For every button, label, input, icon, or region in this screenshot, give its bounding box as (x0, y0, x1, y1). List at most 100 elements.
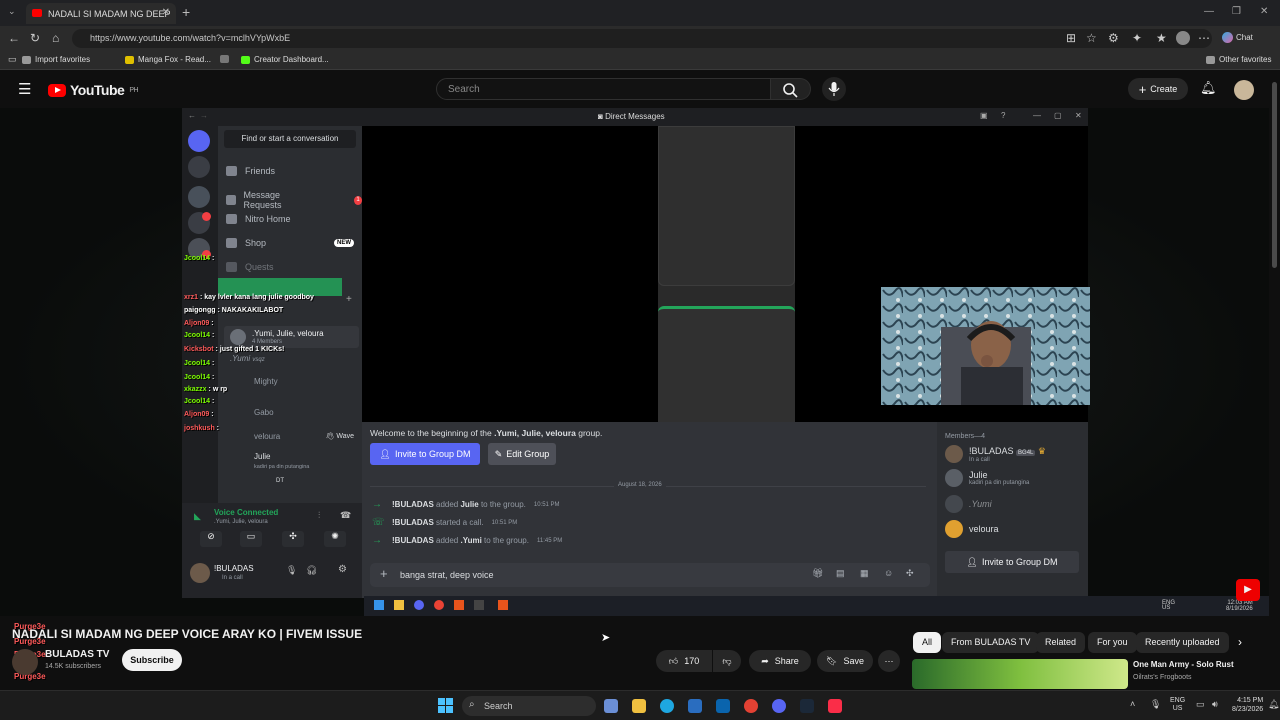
tray-mic-icon[interactable]: 🎙︎ (1150, 699, 1161, 710)
discord-taskbar-icon[interactable] (772, 699, 786, 713)
bookmark-manga-fox[interactable]: Manga Fox - Read... (125, 55, 211, 64)
chrome-icon[interactable] (744, 699, 758, 713)
chips-next-icon[interactable]: › (1238, 635, 1242, 649)
video-player[interactable]: ← → ◙ Direct Messages ▣ ? — ▢ ✕ Find or … (0, 108, 1269, 616)
notifications-bell-icon[interactable]: 🔔︎ (1200, 80, 1217, 96)
split-view-icon[interactable]: ⊞ (1066, 31, 1076, 45)
share-button[interactable]: ➦ Share (749, 650, 811, 672)
dm-item[interactable]: Gabo (254, 408, 274, 417)
save-button[interactable]: 🔖︎ Save (817, 650, 873, 672)
tray-overflow-icon[interactable]: ˄ (1130, 699, 1135, 709)
browser-tab[interactable]: NADALI SI MADAM NG DEEP ✕ (26, 3, 176, 24)
forward-arrow-icon[interactable]: → (200, 111, 208, 120)
more-icon[interactable]: ⋯ (1198, 31, 1210, 45)
nav-nitro-home[interactable]: Nitro Home (226, 214, 291, 224)
sticker-icon[interactable]: ▦ (860, 568, 869, 579)
create-dm-icon[interactable]: + (346, 294, 352, 305)
home-icon[interactable]: ⌂ (52, 31, 59, 45)
close-window-icon[interactable]: ✕ (1260, 6, 1268, 17)
soundboard-button[interactable]: ✺ (324, 531, 346, 547)
screen-share-button[interactable]: ▭ (240, 531, 262, 547)
wave-button[interactable]: 👋︎ Wave (326, 432, 354, 440)
chip-related[interactable]: Related (1036, 632, 1086, 653)
account-avatar[interactable] (1234, 80, 1254, 100)
outlook-icon[interactable] (716, 699, 730, 713)
chip-from-buladas-tv[interactable]: From BULADAS TV (942, 632, 1040, 653)
bookmark-import[interactable]: Import favorites (22, 55, 90, 64)
youtube-logo[interactable]: YouTube PH (48, 82, 139, 98)
microphone-toggle-icon[interactable]: 🎙︎ (286, 565, 297, 576)
gift-icon[interactable]: 🎁︎ (812, 568, 823, 579)
find-conversation-input[interactable]: Find or start a conversation (224, 130, 356, 148)
subscribe-button[interactable]: Subscribe (122, 649, 182, 671)
discord-minimize-icon[interactable]: — (1033, 111, 1041, 120)
voice-search-button[interactable] (822, 77, 846, 101)
back-icon[interactable]: ← (8, 31, 20, 45)
favorites-icon[interactable]: ★ (1156, 31, 1167, 45)
member-item[interactable]: veloura (945, 520, 999, 538)
server-icon[interactable] (188, 156, 210, 178)
nav-quests[interactable]: Quests (226, 262, 274, 272)
nav-message-requests[interactable]: Message Requests 1 (226, 190, 362, 210)
create-button[interactable]: + Create (1128, 78, 1188, 100)
minimize-icon[interactable]: — (1204, 6, 1214, 17)
store-icon[interactable] (688, 699, 702, 713)
reload-icon[interactable]: ↻ (30, 31, 40, 45)
members-invite-button[interactable]: 👤︎ Invite to Group DM (945, 551, 1079, 573)
dm-item-active[interactable]: .Yumi, Julie, veloura 4 Members (224, 326, 359, 348)
channel-avatar[interactable] (12, 649, 38, 675)
disconnect-icon[interactable]: ☎ (340, 510, 351, 521)
steam-icon[interactable] (800, 699, 814, 713)
member-item[interactable]: Julie kadiri pa din putangina (945, 469, 1029, 487)
activities-button[interactable]: ✣ (282, 531, 304, 547)
server-icon[interactable] (188, 186, 210, 208)
chip-all[interactable]: All (913, 632, 942, 653)
member-item[interactable]: !BULADAS BG4L ♛ In a call (945, 445, 1046, 463)
inbox-icon[interactable]: ▣ (980, 111, 988, 120)
profile-avatar[interactable] (1176, 31, 1190, 45)
windows-start-icon[interactable] (438, 698, 454, 714)
nav-shop[interactable]: Shop NEW (226, 238, 355, 248)
search-button[interactable] (771, 78, 811, 100)
help-icon[interactable]: ? (1001, 111, 1005, 120)
recommended-video-channel[interactable]: Oilrats's Frogboots (1133, 674, 1192, 681)
scrollbar-thumb[interactable] (1272, 82, 1277, 268)
dm-item[interactable]: DT (276, 478, 284, 484)
copilot-taskbar-icon[interactable] (604, 699, 618, 713)
edge-icon[interactable] (660, 699, 674, 713)
dm-item[interactable]: Mighty (254, 377, 278, 386)
recommended-video-thumbnail[interactable] (912, 659, 1128, 689)
chip-for-you[interactable]: For you (1088, 632, 1137, 653)
participant-tile[interactable] (658, 126, 795, 422)
volume-icon[interactable]: 🔊︎ (1212, 699, 1218, 710)
noise-suppression-icon[interactable]: ⫶ (318, 510, 320, 521)
chip-recently-uploaded[interactable]: Recently uploaded (1136, 632, 1229, 653)
server-icon[interactable] (188, 212, 211, 234)
edit-group-button[interactable]: ✎ Edit Group (488, 443, 556, 465)
apps-icon[interactable]: ✣ (906, 568, 914, 579)
taskbar-search[interactable]: ⌕ Search (462, 696, 596, 716)
discord-close-icon[interactable]: ✕ (1075, 111, 1082, 120)
music-icon[interactable] (828, 699, 842, 713)
invite-to-group-button[interactable]: 👤︎ Invite to Group DM (370, 443, 480, 465)
notification-center-icon[interactable]: 🔔︎ (1268, 699, 1279, 710)
attach-plus-icon[interactable]: + (380, 566, 388, 581)
message-input[interactable]: + banga strat, deep voice 🎁︎ ▤ ▦ ☺ ✣ (370, 563, 930, 587)
user-settings-gear-icon[interactable]: ⚙ (338, 564, 347, 575)
dislike-button[interactable]: 👎︎ (713, 650, 741, 672)
file-explorer-icon[interactable] (632, 699, 646, 713)
like-button[interactable]: 👍︎ 170 (656, 650, 712, 672)
headphones-toggle-icon[interactable]: 🎧︎ (306, 565, 317, 576)
camera-off-button[interactable]: ⊘ (200, 531, 222, 547)
user-avatar[interactable] (190, 563, 210, 583)
bookmark-creator-dashboard[interactable]: Creator Dashboard... (241, 55, 329, 64)
bookmark-reading-list[interactable] (220, 55, 229, 63)
back-arrow-icon[interactable]: ← (188, 111, 196, 120)
dm-item[interactable]: Julie kadiri pa din putangina (254, 452, 309, 470)
copilot-chat-button[interactable]: Chat (1222, 32, 1253, 43)
page-scrollbar[interactable] (1269, 70, 1280, 690)
puzzle-icon[interactable]: ✦ (1132, 31, 1142, 45)
tab-actions-icon[interactable]: ▭ (8, 54, 17, 65)
gif-icon[interactable]: ▤ (836, 568, 845, 579)
dm-item[interactable]: veloura 👋︎ Wave (254, 432, 354, 441)
